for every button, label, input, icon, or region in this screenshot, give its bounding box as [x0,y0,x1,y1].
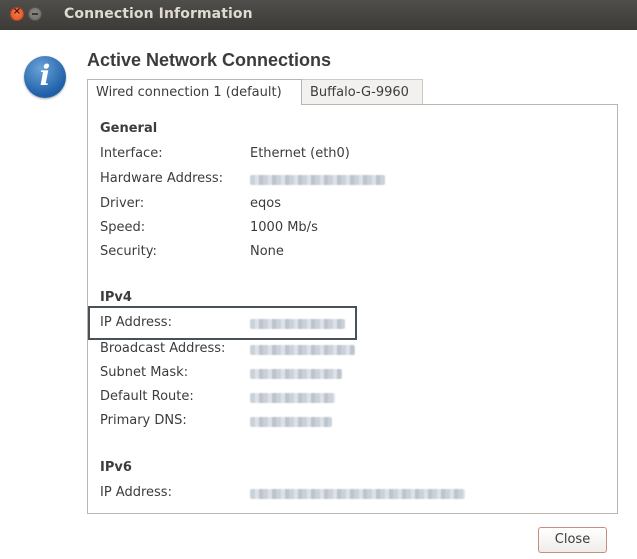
default-route-value-redacted [250,393,335,403]
speed-value: 1000 Mb/s [250,220,318,235]
section-ipv6-title: IPv6 [100,460,132,475]
window-title: Connection Information [64,6,253,22]
broadcast-address-label: Broadcast Address: [100,341,226,356]
subnet-mask-value-redacted [250,369,342,379]
tab-buffalo-g-9960[interactable]: Buffalo-G-9960 [302,79,423,105]
section-general-title: General [100,121,158,136]
ipv6-ip-address-label: IP Address: [100,485,172,500]
close-button[interactable]: Close [538,527,607,553]
interface-label: Interface: [100,146,163,161]
primary-dns-label: Primary DNS: [100,413,187,428]
security-value: None [250,244,284,259]
hardware-address-value-redacted [250,175,385,185]
security-label: Security: [100,244,157,259]
speed-label: Speed: [100,220,146,235]
interface-value: Ethernet (eth0) [250,146,350,161]
tab-wired-connection-1[interactable]: Wired connection 1 (default) [87,79,302,105]
ipv6-ip-address-value-redacted [250,489,465,499]
ipv4-ip-address-label: IP Address: [100,315,172,330]
default-route-label: Default Route: [100,389,194,404]
close-window-button[interactable]: × [10,6,24,21]
hardware-address-label: Hardware Address: [100,171,224,186]
driver-label: Driver: [100,196,145,211]
broadcast-address-value-redacted [250,345,355,355]
page-title: Active Network Connections [87,50,332,70]
minimize-icon [32,13,38,15]
section-ipv4-title: IPv4 [100,290,132,305]
info-icon: i [24,56,66,98]
minimize-window-button[interactable] [28,7,42,21]
subnet-mask-label: Subnet Mask: [100,365,189,380]
close-icon: × [12,6,22,17]
title-bar: × Connection Information [0,0,637,30]
ipv4-ip-address-value-redacted [250,319,345,329]
driver-value: eqos [250,196,281,211]
primary-dns-value-redacted [250,417,332,427]
